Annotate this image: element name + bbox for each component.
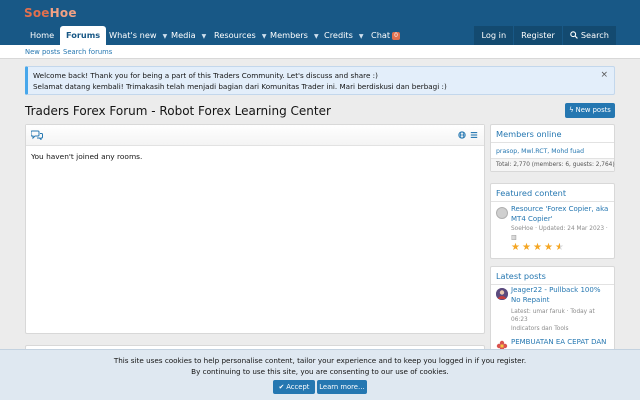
notice-line-1: Welcome back! Thank you for being a part… (33, 71, 378, 80)
chat-block-header (26, 125, 484, 146)
star-icon: ★ (511, 242, 520, 253)
nav-credits[interactable]: Credits ▼ (318, 26, 370, 45)
nav-media[interactable]: Media ▼ (165, 26, 212, 45)
accept-cookies-button[interactable]: ✔ Accept (273, 380, 315, 394)
new-posts-button[interactable]: ϟ New posts (565, 103, 615, 118)
latest-post-title[interactable]: PEMBUATAN EA CEPAT DAN (511, 338, 611, 348)
featured-content-block: Featured content Resource 'Forex Copier,… (490, 183, 615, 259)
nav-home[interactable]: Home (24, 26, 60, 45)
nav-chat[interactable]: Chat 0 (365, 26, 406, 45)
accept-cookies-label: Accept (286, 383, 310, 391)
divider (491, 201, 614, 202)
cookie-line-1: This site uses cookies to help personali… (113, 356, 527, 365)
attachment-icon: ▥ (511, 234, 517, 241)
rating-stars: ★ ★ ★ ★ ★ (511, 243, 565, 253)
featured-content-title[interactable]: Featured content (496, 188, 566, 198)
avatar[interactable] (496, 207, 508, 219)
latest-posts-title[interactable]: Latest posts (496, 271, 546, 281)
chat-block: You haven't joined any rooms. (25, 124, 485, 334)
nav-resources-label: Resources (214, 30, 256, 40)
site-header: SoeHoe (0, 0, 640, 26)
divider (491, 142, 614, 143)
latest-post-forum[interactable]: Indicators dan Tools (511, 326, 569, 332)
nav-forums-label: Forums (66, 30, 101, 40)
globe-icon[interactable] (458, 131, 466, 139)
nav-chat-label: Chat (371, 30, 391, 40)
menu-icon[interactable] (470, 131, 478, 139)
search-button[interactable]: Search (562, 26, 616, 45)
welcome-notice: Welcome back! Thank you for being a part… (25, 66, 615, 95)
logo-secondary: Hoe (49, 6, 77, 20)
close-icon[interactable]: × (600, 70, 608, 80)
avatar[interactable] (496, 288, 508, 300)
chat-tools (458, 131, 478, 139)
nav-members[interactable]: Members ▼ (264, 26, 325, 45)
chat-empty-message: You haven't joined any rooms. (31, 152, 143, 161)
members-online-title[interactable]: Members online (496, 129, 562, 139)
new-posts-button-label: New posts (575, 106, 611, 114)
subnav-new-posts[interactable]: New posts (25, 45, 60, 59)
nav-credits-label: Credits (324, 30, 353, 40)
members-online-footer: Total: 2,770 (members: 6, guests: 2,764) (491, 158, 615, 171)
chat-count-badge: 0 (392, 32, 400, 40)
nav-home-label: Home (30, 30, 55, 40)
notice-line-2: Selamat datang kembali! Trimakasih telah… (33, 82, 447, 91)
page-title: Traders Forex Forum - Robot Forex Learni… (25, 104, 331, 118)
chevron-down-icon[interactable]: ▼ (202, 33, 207, 40)
login-button[interactable]: Log in (474, 26, 514, 45)
nav-whats-new[interactable]: What's new ▼ (103, 26, 173, 45)
star-icon: ★ (522, 242, 531, 253)
logo-primary: Soe (24, 6, 50, 20)
nav-whats-new-label: What's new (109, 30, 157, 40)
user-avatar-icon (496, 288, 508, 300)
nav-account-area: Log in Register Search (473, 26, 616, 45)
subnav-search-forums[interactable]: Search forums (63, 45, 112, 59)
main-nav: Home Forums What's new ▼ Media ▼ Resources… (0, 26, 640, 45)
register-button[interactable]: Register (514, 26, 562, 45)
half-star-icon: ★ (555, 242, 564, 253)
divider (491, 284, 614, 285)
cookie-line-2: By continuing to use this site, you are … (191, 367, 449, 376)
nav-media-label: Media (171, 30, 196, 40)
featured-item-meta: SoeHoe · Updated: 24 Mar 2023 · (511, 226, 608, 232)
featured-item-title[interactable]: Resource 'Forex Copier, aka MT4 Copier' (511, 205, 611, 224)
nav-members-label: Members (270, 30, 308, 40)
members-online-total: Total: 2,770 (members: 6, guests: 2,764) (496, 162, 615, 168)
nav-resources[interactable]: Resources ▼ (208, 26, 272, 45)
sub-nav: New posts Search forums (0, 45, 640, 59)
cookie-notice: This site uses cookies to help personali… (0, 349, 640, 400)
search-icon (570, 31, 578, 39)
chevron-down-icon[interactable]: ▼ (359, 33, 364, 40)
members-online-block: Members online prasop, Mwl.RCT, Mohd fua… (490, 124, 615, 172)
site-logo[interactable]: SoeHoe (24, 6, 77, 20)
star-icon: ★ (544, 242, 553, 253)
latest-post-title[interactable]: Jeager22 - Pullback 100% No Repaint (511, 286, 611, 305)
nav-forums[interactable]: Forums (60, 26, 107, 45)
learn-more-button[interactable]: Learn more… (317, 380, 367, 394)
search-button-label: Search (580, 30, 609, 40)
chat-bubbles-icon[interactable] (31, 130, 43, 140)
check-icon: ✔ (278, 383, 285, 391)
star-icon: ★ (533, 242, 542, 253)
latest-post-meta: Latest: umar faruk · Today at 06:23 (511, 309, 595, 323)
bolt-icon: ϟ (569, 106, 574, 114)
members-online-list[interactable]: prasop, Mwl.RCT, Mohd fuad (496, 148, 584, 155)
